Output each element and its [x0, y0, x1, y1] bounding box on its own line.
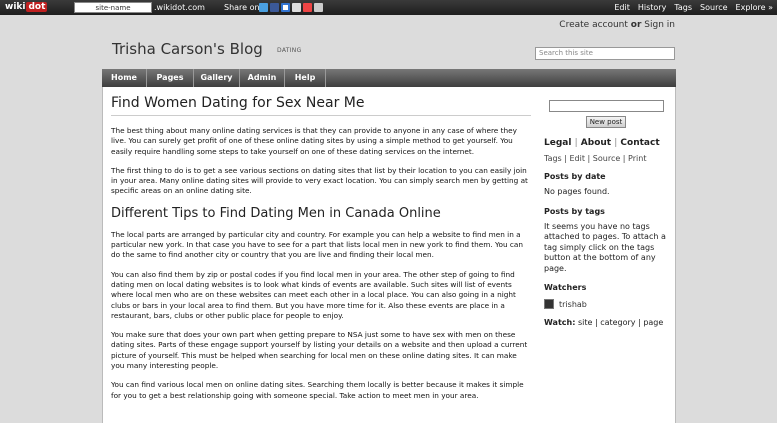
stumbleupon-icon[interactable]	[303, 3, 312, 12]
posts-by-date-heading: Posts by date	[544, 172, 606, 181]
paragraph-5: You make sure that does your own part wh…	[111, 330, 528, 371]
tags-info-text: It seems you have no tags attached to pa…	[544, 221, 666, 273]
account-links: Create account or Sign in	[559, 20, 675, 30]
source-link[interactable]: Source	[593, 154, 620, 163]
paragraph-1: The best thing about many online dating …	[111, 126, 517, 156]
site-subtitle: DATING	[277, 47, 302, 54]
delicious-icon[interactable]	[281, 3, 290, 12]
no-pages-text: No pages found.	[544, 187, 610, 196]
digg-icon[interactable]	[292, 3, 301, 12]
contact-link[interactable]: Contact	[620, 138, 659, 148]
sign-in-link[interactable]: Sign in	[644, 20, 675, 30]
share-icons	[259, 3, 323, 12]
nav-bar: Home Pages Gallery Admin Help	[102, 69, 676, 87]
watch-page-link[interactable]: page	[643, 318, 663, 327]
watcher-entry[interactable]: trishab	[544, 299, 674, 309]
about-link[interactable]: About	[581, 138, 611, 148]
content-container: Find Women Dating for Sex Near Me The be…	[102, 87, 676, 423]
domain-label: .wikidot.com	[154, 3, 205, 12]
menu-edit[interactable]: Edit	[614, 3, 630, 12]
watch-site-link[interactable]: site	[578, 318, 592, 327]
section-heading: Different Tips to Find Dating Men in Can…	[111, 205, 441, 221]
page-title: Find Women Dating for Sex Near Me	[111, 95, 531, 116]
avatar	[544, 299, 554, 309]
watcher-name[interactable]: trishab	[559, 300, 587, 309]
paragraph-2: The first thing to do is to get a see va…	[111, 165, 528, 196]
share-label: Share on	[224, 3, 260, 12]
edit-link[interactable]: Edit	[570, 154, 586, 163]
tab-admin[interactable]: Admin	[240, 69, 285, 87]
twitter-icon[interactable]	[259, 3, 268, 12]
paragraph-4: You can also find them by zip or postal …	[111, 269, 516, 320]
main-content: Find Women Dating for Sex Near Me The be…	[111, 95, 531, 410]
tab-help[interactable]: Help	[285, 69, 326, 87]
sidebar-links: Legal | About | Contact	[544, 138, 660, 148]
watch-options: Watch: site | category | page	[544, 318, 664, 327]
print-link[interactable]: Print	[628, 154, 646, 163]
page-options: Tags | Edit | Source | Print	[544, 154, 647, 163]
watchers-heading: Watchers	[544, 283, 587, 292]
tab-gallery[interactable]: Gallery	[194, 69, 240, 87]
paragraph-3: The local parts are arranged by particul…	[111, 229, 524, 260]
sidebar: New post Legal | About | Contact Tags | …	[544, 100, 674, 327]
new-post-button[interactable]: New post	[586, 116, 626, 128]
reddit-icon[interactable]	[314, 3, 323, 12]
logo-text: wiki	[5, 2, 26, 12]
tab-home[interactable]: Home	[102, 69, 147, 87]
menu-history[interactable]: History	[638, 3, 666, 12]
logo-dot: dot	[26, 2, 48, 12]
menu-explore[interactable]: Explore »	[736, 3, 773, 12]
posts-by-tags-heading: Posts by tags	[544, 206, 605, 216]
wikidot-topbar: wiki dot site-name .wikidot.com Share on …	[0, 0, 777, 15]
watch-category-link[interactable]: category	[600, 318, 635, 327]
watch-label: Watch:	[544, 318, 576, 327]
search-input[interactable]: Search this site	[535, 47, 675, 60]
legal-link[interactable]: Legal	[544, 138, 571, 148]
wikidot-logo[interactable]: wiki dot	[5, 2, 48, 12]
account-or: or	[630, 20, 642, 30]
tags-link[interactable]: Tags	[544, 154, 562, 163]
create-account-link[interactable]: Create account	[559, 20, 628, 30]
menu-tags[interactable]: Tags	[674, 3, 692, 12]
site-name-input[interactable]: site-name	[74, 2, 152, 13]
new-post-input[interactable]	[549, 100, 664, 112]
site-title[interactable]: Trisha Carson's Blog	[112, 40, 263, 58]
topbar-menu: Edit History Tags Source Explore »	[614, 3, 773, 12]
facebook-icon[interactable]	[270, 3, 279, 12]
menu-source[interactable]: Source	[700, 3, 727, 12]
tab-pages[interactable]: Pages	[147, 69, 194, 87]
paragraph-6: You can find various local men on online…	[111, 380, 524, 400]
